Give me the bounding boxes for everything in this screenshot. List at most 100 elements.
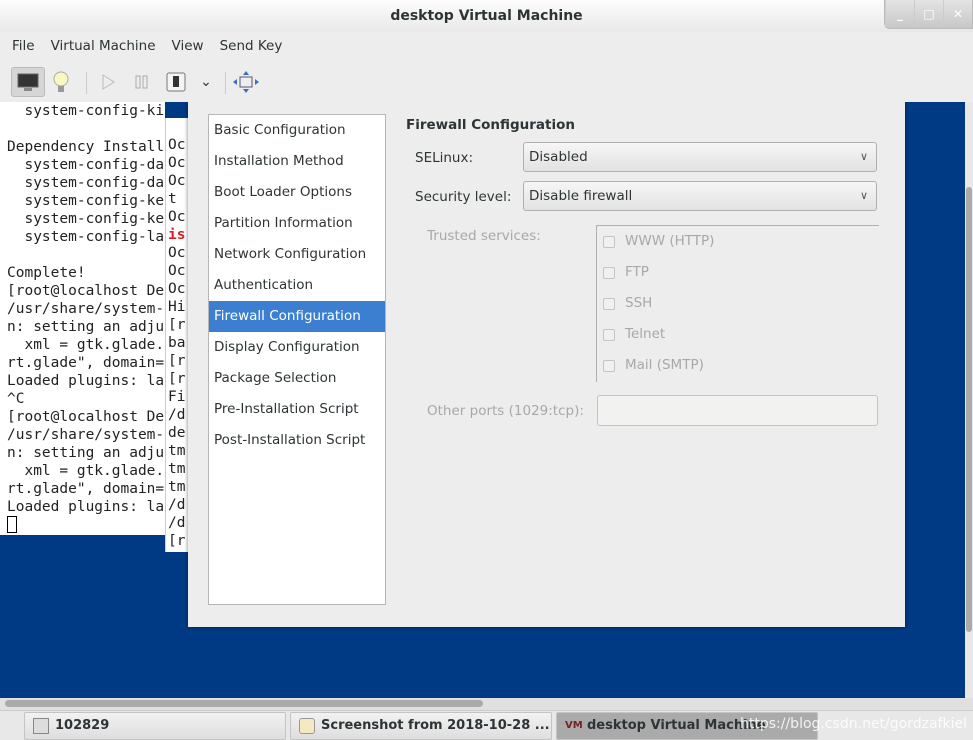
section-item[interactable]: Boot Loader Options [209,177,385,208]
file-cabinet-icon [33,718,49,734]
selinux-value: Disabled [529,149,588,165]
terminal-line: tm [168,479,186,495]
section-item[interactable]: Post-Installation Script [209,425,385,456]
menu-virtual-machine[interactable]: Virtual Machine [51,32,164,62]
other-ports-input[interactable] [597,395,878,426]
fullscreen-button[interactable] [230,67,262,97]
security-level-label: Security level: [415,189,512,205]
terminal-line: [r [168,533,186,549]
vertical-scrollbar[interactable] [965,102,973,698]
close-button[interactable]: ✕ [943,0,972,28]
service-checkbox[interactable]: Telnet [597,319,877,350]
minimize-button[interactable]: _ [885,0,914,28]
trusted-services-list: WWW (HTTP) FTP SSH Telnet Mail (SMTP) [596,225,879,382]
terminal-line: Loaded plugins: la [7,373,165,389]
window-title: desktop Virtual Machine [0,0,973,32]
terminal-line: [r [168,371,186,387]
section-item[interactable]: Firewall Configuration [209,301,385,332]
terminal-line: system-config-ki [7,103,165,119]
fullscreen-icon [233,71,259,93]
kickstart-dialog: Basic Configuration Installation Method Bo… [188,102,905,627]
terminal-line: system-config-ke [7,193,165,209]
section-item[interactable]: Authentication [209,270,385,301]
terminal-window-2[interactable]: Oc Oc Oc t : Oc is Oc Oc Oc Hi [r ba [r [r Fi/d de tm tm t… [165,118,188,552]
terminal-line: system-config-da [7,175,165,191]
vm-display[interactable]: system-config-ki Dependency Install syste… [0,102,965,698]
maximize-button[interactable]: □ [914,0,943,28]
horizontal-scrollbar[interactable] [0,698,973,710]
monitor-icon [17,73,39,91]
terminal-line: [root@localhost De [7,409,165,425]
taskbar-item-label: 102829 [55,718,110,733]
terminal-line: n: setting an adju [7,445,165,461]
section-item[interactable]: Display Configuration [209,332,385,363]
terminal-window[interactable]: system-config-ki Dependency Install syste… [0,102,165,535]
terminal-line: is [168,227,186,243]
vertical-scroll-thumb[interactable] [966,187,972,632]
section-item[interactable]: Network Configuration [209,239,385,270]
terminal-line: ba [168,335,186,351]
menu-send-key[interactable]: Send Key [220,32,291,62]
taskbar-item-file-manager[interactable]: 102829 [24,712,286,740]
service-checkbox[interactable]: FTP [597,257,877,288]
menu-file[interactable]: File [12,32,43,62]
terminal-line: Oc [168,209,186,225]
section-item[interactable]: Basic Configuration [209,115,385,146]
terminal-line: de [168,425,186,441]
service-checkbox[interactable]: SSH [597,288,877,319]
terminal-line: system-config-da [7,157,165,173]
terminal-line: t : [168,191,188,207]
toolbar-separator [225,72,226,94]
section-item[interactable]: Pre-Installation Script [209,394,385,425]
section-heading: Firewall Configuration [406,117,576,133]
service-checkbox[interactable]: WWW (HTTP) [597,226,877,257]
console-button[interactable] [11,67,45,97]
power-icon [166,72,186,92]
terminal-line: Oc [168,155,186,171]
security-level-value: Disable firewall [529,188,633,204]
terminal-line: Oc [168,137,186,153]
terminal-line: tm [168,461,186,477]
taskbar: 102829 Screenshot from 2018-10-28 ... VM… [0,710,973,740]
pause-button[interactable] [126,67,158,97]
toolbar: ⌄ [0,62,973,102]
play-icon [102,74,115,90]
run-button[interactable] [92,67,124,97]
virt-manager-icon: VM [565,720,583,731]
service-label: WWW (HTTP) [625,233,715,249]
terminal-line: xml = gtk.glade. [7,463,165,479]
terminal-line: Loaded plugins: la [7,499,165,515]
terminal-line: Oc [168,281,186,297]
toolbar-separator [86,72,87,94]
terminal-line: /usr/share/system- [7,427,165,443]
checkbox-icon [603,360,615,372]
selinux-select[interactable]: Disabled ∨ [523,142,877,172]
terminal-line: Dependency Install [7,139,165,155]
terminal-line: Fi [168,389,186,405]
terminal-line: system-config-ke [7,211,165,227]
details-button[interactable] [45,67,77,97]
service-checkbox[interactable]: Mail (SMTP) [597,350,877,381]
section-item[interactable]: Partition Information [209,208,385,239]
terminal-line: rt.glade", domain= [7,481,165,497]
section-item[interactable]: Package Selection [209,363,385,394]
security-level-select[interactable]: Disable firewall ∨ [523,181,877,211]
shutdown-menu-button[interactable]: ⌄ [190,67,222,97]
watermark: https://blog.csdn.net/gordzafkiel [740,716,967,732]
selinux-label: SELinux: [415,150,474,166]
taskbar-item-screenshot[interactable]: Screenshot from 2018-10-28 ... [290,712,552,740]
terminal-line: [root@localhost De [7,283,165,299]
terminal-line: /d [168,497,186,513]
terminal-line: Oc [168,173,186,189]
section-item[interactable]: Installation Method [209,146,385,177]
terminal-line: rt.glade", domain= [7,355,165,371]
terminal-line: Hi [168,299,186,315]
horizontal-scroll-thumb[interactable] [5,700,483,707]
menu-view[interactable]: View [172,32,212,62]
shutdown-button[interactable] [160,67,192,97]
service-label: FTP [625,264,649,280]
image-viewer-icon [299,718,315,734]
taskbar-item-label: desktop Virtual Machine [587,718,766,733]
